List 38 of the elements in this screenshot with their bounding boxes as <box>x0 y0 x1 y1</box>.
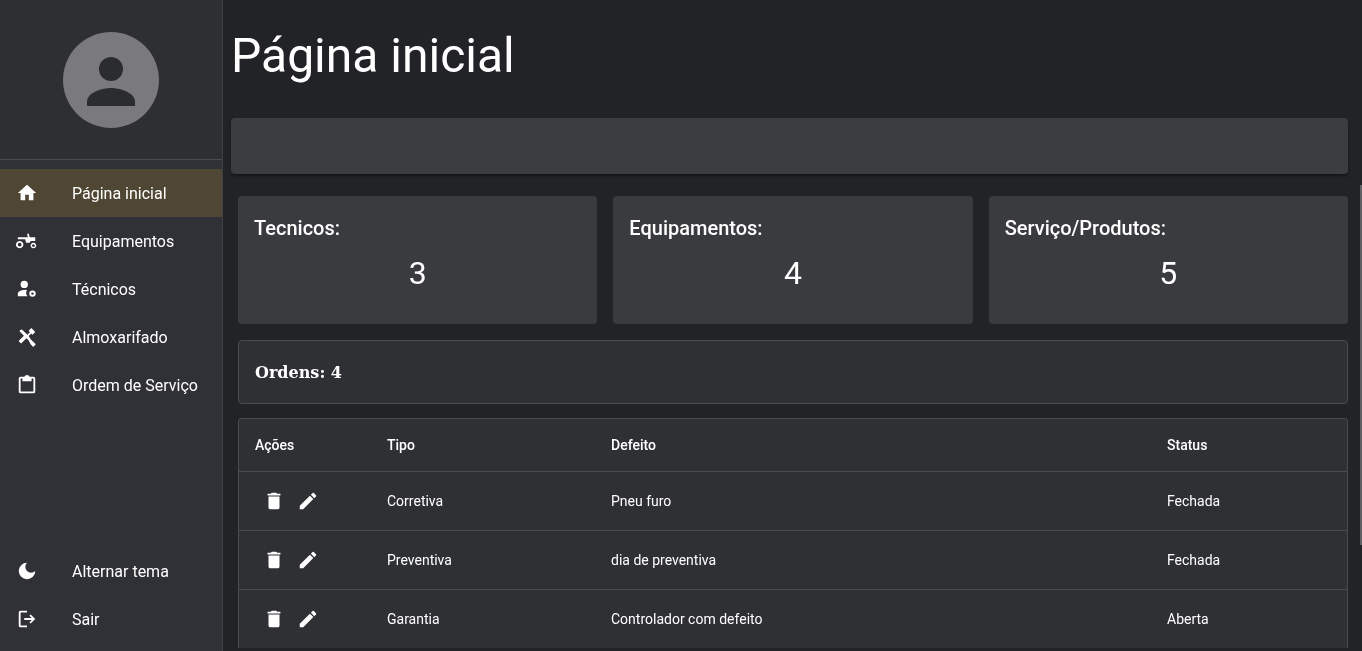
nav-item[interactable]: Página inicial <box>0 169 222 217</box>
stat-value: 4 <box>784 254 802 292</box>
pencil-icon[interactable] <box>297 549 319 571</box>
column-header: Status <box>1167 437 1209 453</box>
nav-item[interactable]: Sair <box>0 595 222 643</box>
nav-item[interactable]: Alternar tema <box>0 547 222 595</box>
column-header: Defeito <box>611 437 657 453</box>
scrollbar-thumb[interactable] <box>1360 185 1362 545</box>
stat-label: Tecnicos: <box>254 216 341 240</box>
table-cell-text: Preventiva <box>387 552 453 568</box>
table-cell-text: Aberta <box>1167 611 1210 627</box>
clipboard-icon <box>16 374 38 396</box>
table-cell-text: Controlador com defeito <box>611 611 764 627</box>
stat-value: 5 <box>1159 254 1178 292</box>
stat-label: Serviço/Produtos: <box>1004 216 1167 240</box>
nav-item[interactable]: Técnicos <box>0 265 222 313</box>
table-cell-text: Garantia <box>387 611 441 627</box>
nav-item[interactable]: Equipamentos <box>0 217 222 265</box>
column-header: Tipo <box>387 437 416 453</box>
table-cell-text: Fechada <box>1167 493 1222 509</box>
user-gear-icon <box>16 278 38 300</box>
orders-count: Ordens: 4 <box>255 362 342 382</box>
column-header: Ações <box>255 437 296 453</box>
page-title: Página inicial <box>231 28 516 84</box>
pencil-icon[interactable] <box>297 608 319 630</box>
stat-label: Equipamentos: <box>629 216 764 240</box>
avatar-icon <box>63 32 159 128</box>
nav-item[interactable]: Almoxarifado <box>0 313 222 361</box>
nav-item[interactable]: Ordem de Serviço <box>0 361 222 409</box>
moon-icon <box>16 560 38 582</box>
pencil-icon[interactable] <box>297 490 319 512</box>
tools-icon <box>16 326 38 348</box>
logout-icon <box>16 608 38 630</box>
table-cell-text: Pneu furo <box>611 493 673 509</box>
stat-value: 3 <box>408 254 427 292</box>
table-cell-text: dia de preventiva <box>611 552 718 568</box>
table-cell-text: Corretiva <box>387 493 445 509</box>
table-cell-text: Fechada <box>1167 552 1222 568</box>
